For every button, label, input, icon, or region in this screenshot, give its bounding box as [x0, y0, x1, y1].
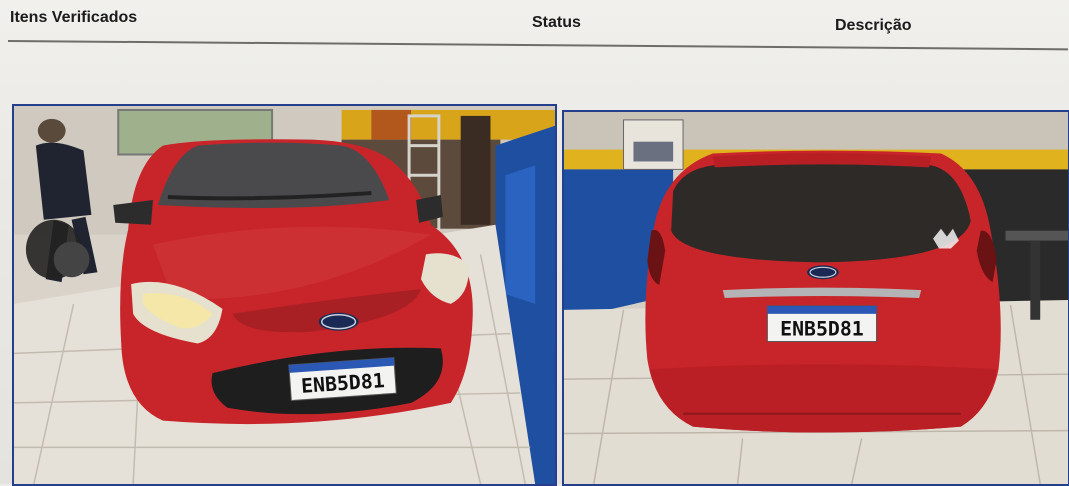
- column-header-descricao: Descrição: [835, 17, 912, 34]
- license-plate-front: ENB5D81: [288, 357, 397, 402]
- vehicle-front-photo: ENB5D81: [12, 104, 557, 486]
- header-divider: [7, 40, 1068, 51]
- inspection-document: Itens Verificados Status Descrição ENB5D…: [0, 0, 1069, 486]
- vehicle-front-illustration: ENB5D81: [14, 106, 555, 484]
- table-header: Itens Verificados Status Descrição: [0, 0, 1069, 60]
- vehicle-rear-illustration: ENB5D81: [564, 112, 1068, 484]
- plate-number-rear: ENB5D81: [780, 318, 864, 341]
- column-header-itens-verificados: Itens Verificados: [10, 9, 138, 26]
- vehicle-rear-photo: ENB5D81: [562, 110, 1069, 486]
- column-header-status: Status: [532, 14, 581, 31]
- license-plate-rear: ENB5D81: [766, 305, 878, 343]
